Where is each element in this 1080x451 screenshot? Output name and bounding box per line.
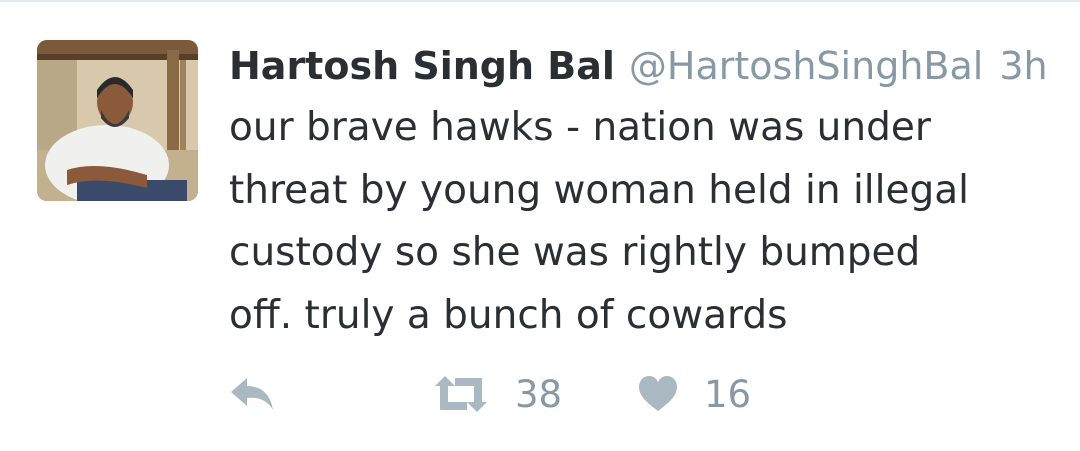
tweet-text: our brave hawks - nation was under threa… [229, 105, 969, 338]
avatar-photo [37, 40, 198, 201]
reply-icon [229, 376, 275, 412]
retweet-count: 38 [515, 372, 563, 416]
author-name[interactable]: Hartosh Singh Bal [229, 44, 615, 88]
timestamp[interactable]: 3h [999, 44, 1047, 88]
tweet-actions: 38 16 [0, 364, 1080, 424]
tweet-header: Hartosh Singh Bal @HartoshSinghBal 3h [229, 38, 1048, 94]
avatar[interactable] [37, 40, 198, 201]
retweet-button[interactable]: 38 [433, 364, 562, 424]
like-count: 16 [704, 372, 752, 416]
top-divider [0, 0, 1080, 2]
reply-button[interactable] [229, 364, 275, 424]
retweet-icon [433, 376, 489, 412]
heart-icon [638, 376, 678, 412]
author-handle[interactable]: @HartoshSinghBal [629, 44, 983, 88]
like-button[interactable]: 16 [638, 364, 751, 424]
